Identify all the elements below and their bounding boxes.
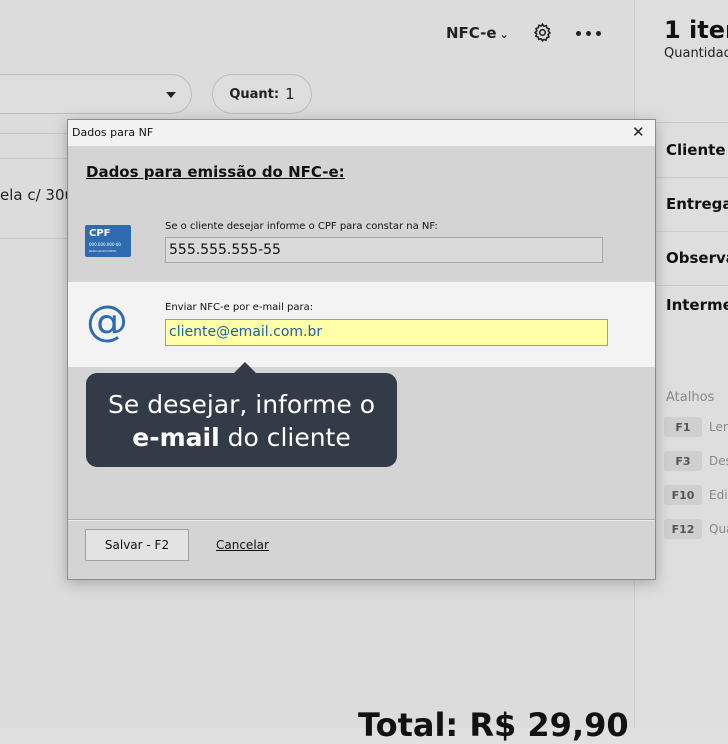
email-tooltip: Se desejar, informe o e-mail do cliente — [86, 362, 397, 467]
dialog-heading: Dados para emissão do NFC-e: — [86, 163, 345, 181]
quantity-summary: Quantidad — [664, 46, 728, 61]
email-label: Enviar NFC-e por e-mail para: — [165, 302, 314, 313]
dropdown-arrow-icon[interactable] — [166, 92, 176, 98]
save-button[interactable]: Salvar - F2 — [85, 529, 189, 561]
divider — [650, 285, 728, 286]
divider — [650, 122, 728, 123]
tooltip-line-2: e-mail do cliente — [132, 423, 351, 452]
shortcut-key: F1 — [664, 417, 702, 437]
email-input[interactable]: cliente@email.com.br — [165, 319, 608, 346]
shortcut-item[interactable]: F1 Len — [664, 417, 728, 437]
shortcut-key: F10 — [664, 485, 702, 505]
doc-type-label: NFC-e — [446, 24, 497, 42]
divider — [650, 177, 728, 178]
shortcut-label: Len — [709, 420, 728, 434]
total-amount: Total: R$ 29,90 — [358, 706, 629, 744]
cancel-button[interactable]: Cancelar — [216, 538, 269, 552]
chevron-down-icon: ⌄ — [499, 28, 509, 41]
cpf-card-icon: CPF 000.000.000-00 JOÃO LUCIO DOSU — [85, 225, 131, 257]
cliente-row[interactable]: Cliente - — [666, 141, 728, 159]
shortcut-item[interactable]: F12 Qua — [664, 519, 728, 539]
shortcut-label: Des — [709, 454, 728, 468]
quantity-value: 1 — [285, 85, 295, 103]
item-description: ela c/ 30u — [0, 186, 75, 204]
cpf-label: Se o cliente desejar informe o CPF para … — [165, 221, 438, 232]
entrega-row[interactable]: Entrega — [666, 195, 728, 213]
nf-data-dialog: Dados para NF ✕ Dados para emissão do NF… — [67, 119, 656, 580]
shortcut-key: F12 — [664, 519, 702, 539]
dialog-title: Dados para NF — [72, 126, 154, 139]
intermediador-row[interactable]: Intermed — [666, 296, 728, 314]
email-section: @ Enviar NFC-e por e-mail para: cliente@… — [68, 282, 655, 367]
quantity-label: Quant: — [229, 86, 280, 102]
dialog-titlebar: Dados para NF ✕ — [68, 120, 655, 146]
divider — [68, 520, 655, 521]
close-icon[interactable]: ✕ — [632, 123, 645, 141]
items-count: 1 item — [664, 16, 728, 44]
shortcut-key: F3 — [664, 451, 702, 471]
shortcut-label: Edi — [709, 488, 728, 502]
doc-type-select[interactable]: NFC-e ⌄ — [446, 24, 509, 42]
shortcut-item[interactable]: F10 Edi — [664, 485, 728, 505]
product-select[interactable] — [0, 74, 192, 114]
shortcut-label: Qua — [709, 522, 728, 536]
gear-icon[interactable] — [532, 22, 553, 43]
tooltip-line-1: Se desejar, informe o — [108, 390, 375, 419]
more-icon[interactable] — [576, 31, 601, 36]
shortcuts-title: Atalhos — [666, 390, 715, 405]
tooltip-arrow — [234, 362, 256, 373]
quantity-field[interactable]: Quant: 1 — [212, 74, 312, 114]
shortcut-item[interactable]: F3 Des — [664, 451, 728, 471]
at-sign-icon: @ — [86, 296, 128, 345]
observacao-row[interactable]: Observa — [666, 249, 728, 267]
cpf-input[interactable]: 555.555.555-55 — [165, 237, 603, 263]
divider — [650, 231, 728, 232]
